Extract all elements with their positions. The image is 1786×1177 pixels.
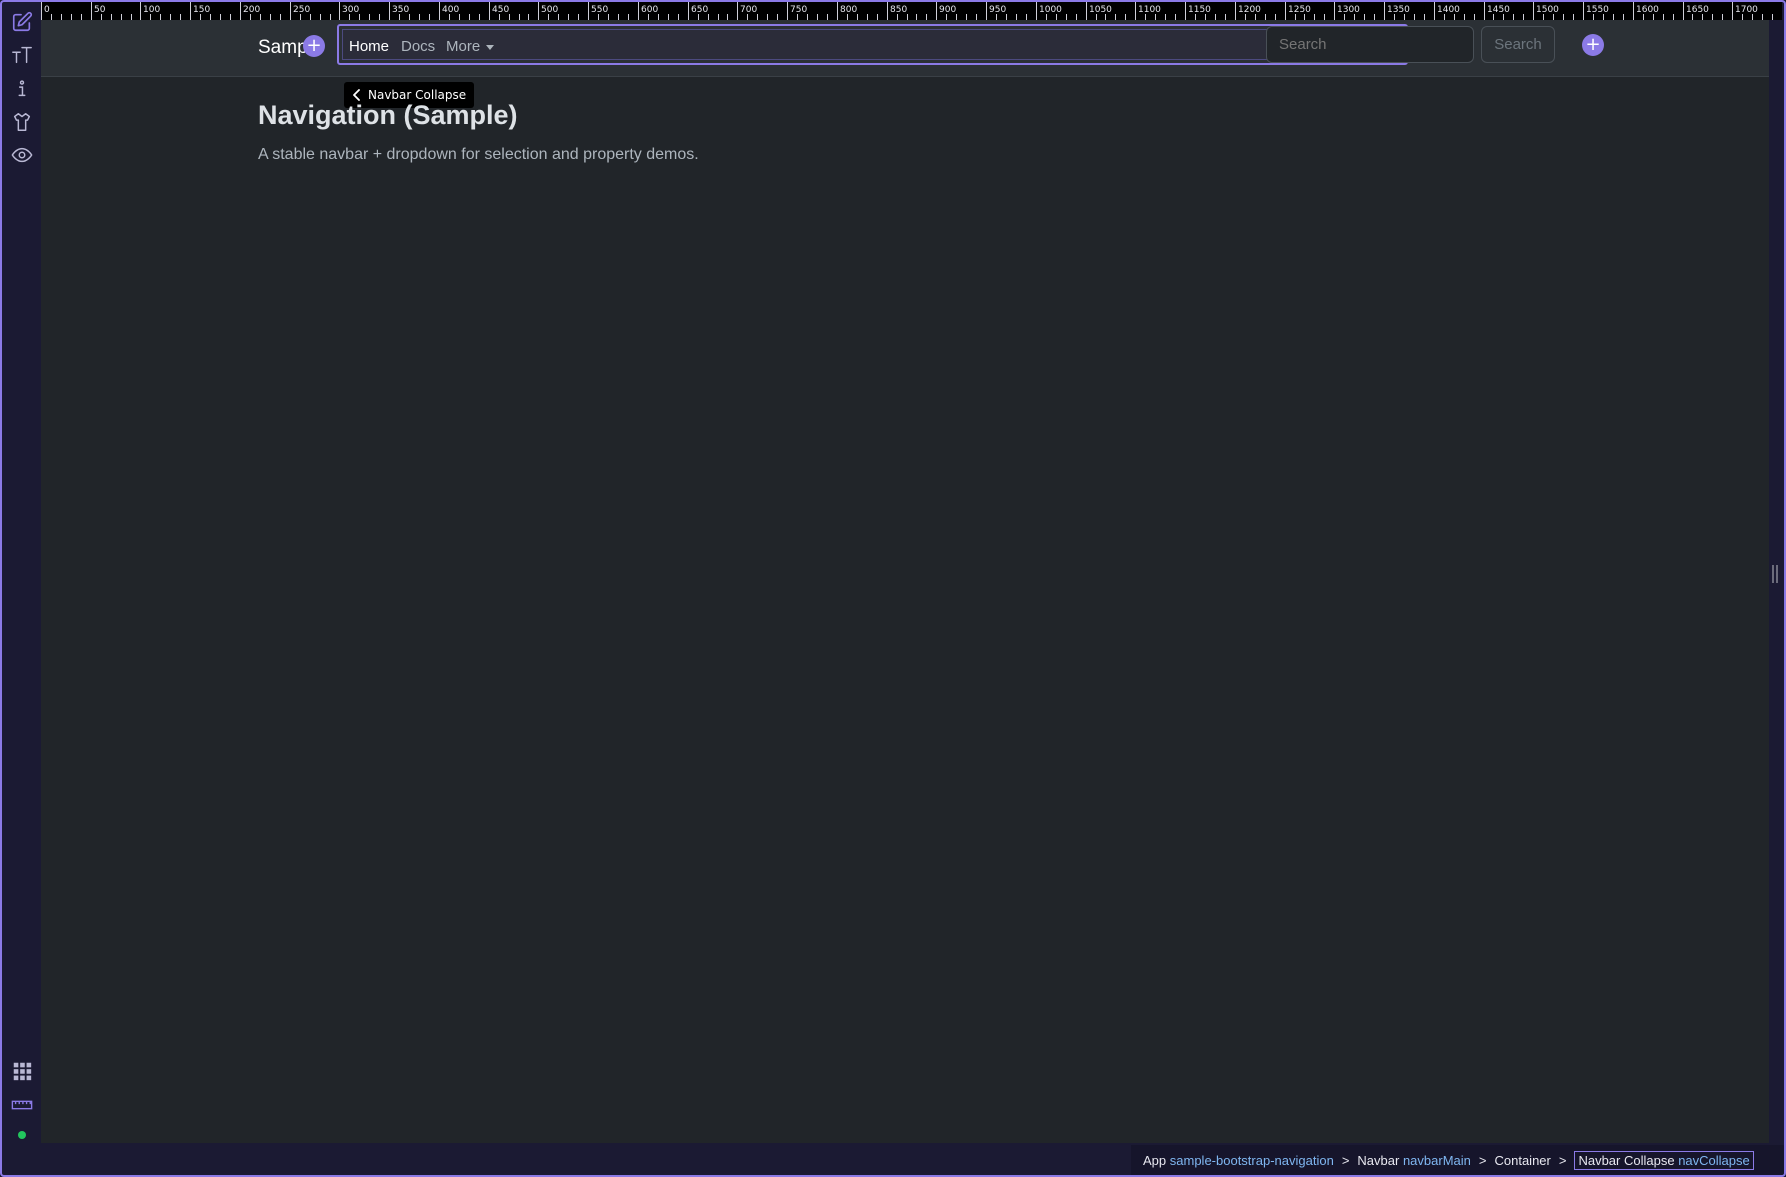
- navbar[interactable]: Samp + Home Docs More Search +: [41, 20, 1769, 77]
- breadcrumb-separator: >: [1478, 1152, 1487, 1168]
- ruler-label: 800: [840, 5, 857, 15]
- eye-icon[interactable]: [8, 141, 36, 169]
- ruler-label: 450: [492, 5, 509, 15]
- ruler-label: 1100: [1138, 5, 1161, 15]
- ruler-label: 1300: [1337, 5, 1360, 15]
- ruler-label: 550: [591, 5, 608, 15]
- ruler-label: 0: [44, 5, 50, 15]
- navbar-brand[interactable]: Samp: [258, 37, 308, 59]
- nav-link-home[interactable]: Home: [349, 38, 389, 55]
- ruler-label: 850: [890, 5, 907, 15]
- ruler-label: 350: [392, 5, 409, 15]
- ruler-label: 900: [939, 5, 956, 15]
- ruler-label: 1150: [1188, 5, 1211, 15]
- navbar-collapse-selected[interactable]: Home Docs More: [337, 24, 1408, 65]
- breadcrumb-item-container[interactable]: Container: [1494, 1153, 1550, 1168]
- ruler-label: 400: [442, 5, 459, 15]
- horizontal-ruler: 0 50 100 150 200 250 300 350 400 450 500 550 600 650 7…: [41, 2, 1782, 20]
- ruler-label: 250: [293, 5, 310, 15]
- navbar-collapse-inner: [342, 29, 1403, 60]
- page-title: Navigation (Sample): [258, 100, 518, 130]
- breadcrumb-separator: >: [1341, 1152, 1350, 1168]
- status-bar: App sample-bootstrap-navigation > Navbar…: [0, 1143, 1786, 1175]
- nav-link-docs[interactable]: Docs: [401, 38, 435, 55]
- ruler-label: 950: [989, 5, 1006, 15]
- breadcrumb-type: Navbar: [1357, 1152, 1400, 1168]
- ruler-label: 1000: [1039, 5, 1062, 15]
- grid-icon[interactable]: [8, 1057, 36, 1085]
- text-icon[interactable]: [8, 41, 36, 69]
- resize-handle[interactable]: [1772, 565, 1780, 583]
- breadcrumb: App sample-bootstrap-navigation > Navbar…: [1131, 1145, 1784, 1175]
- ruler-label: 1350: [1387, 5, 1410, 15]
- ruler-label: 1550: [1586, 5, 1609, 15]
- breadcrumb-id: navbarMain: [1402, 1152, 1471, 1168]
- breadcrumb-id: navCollapse: [1678, 1152, 1750, 1168]
- breadcrumb-id: sample-bootstrap-navigation: [1169, 1152, 1334, 1168]
- status-indicator: [18, 1131, 26, 1139]
- design-canvas[interactable]: Samp + Home Docs More Search + Navbar Co…: [41, 20, 1769, 1143]
- breadcrumb-item-app[interactable]: App sample-bootstrap-navigation: [1143, 1153, 1334, 1168]
- shirt-icon[interactable]: [8, 108, 36, 136]
- page-subtitle: A stable navbar + dropdown for selection…: [258, 146, 699, 163]
- ruler-label: 1250: [1288, 5, 1311, 15]
- add-element-button-right[interactable]: +: [1582, 34, 1604, 56]
- ruler-label: 1400: [1437, 5, 1460, 15]
- ruler-label: 1050: [1089, 5, 1112, 15]
- caret-down-icon: [486, 44, 495, 50]
- ruler-label: 1700: [1735, 5, 1758, 15]
- ruler-label: 700: [740, 5, 757, 15]
- ruler-label: 100: [143, 5, 160, 15]
- ruler-label: 200: [243, 5, 260, 15]
- search-input[interactable]: [1266, 26, 1474, 63]
- ruler-label: 1200: [1238, 5, 1261, 15]
- ruler-label: 1500: [1536, 5, 1559, 15]
- breadcrumb-item-navbar[interactable]: Navbar navbarMain: [1357, 1153, 1470, 1168]
- ruler-label: 150: [193, 5, 210, 15]
- left-toolbar: [2, 2, 41, 1175]
- ruler-label: 750: [790, 5, 807, 15]
- ruler-label: 650: [691, 5, 708, 15]
- ruler-label: 500: [541, 5, 558, 15]
- ruler-label: 1600: [1636, 5, 1659, 15]
- ruler-label: 300: [342, 5, 359, 15]
- add-element-button[interactable]: +: [303, 35, 325, 57]
- breadcrumb-type: Navbar Collapse: [1578, 1152, 1675, 1168]
- nav-dropdown-more[interactable]: More: [446, 38, 495, 55]
- ruler-label: 600: [641, 5, 658, 15]
- ruler-label: 50: [94, 5, 106, 15]
- edit-icon[interactable]: [8, 8, 36, 36]
- info-icon[interactable]: [8, 75, 36, 103]
- ruler-icon[interactable]: [8, 1091, 36, 1119]
- ruler-label: 1450: [1487, 5, 1510, 15]
- nav-dropdown-more-label: More: [446, 38, 481, 55]
- breadcrumb-type: Container: [1494, 1152, 1551, 1168]
- breadcrumb-item-navbar-collapse[interactable]: Navbar Collapse navCollapse: [1574, 1150, 1754, 1170]
- breadcrumb-separator: >: [1558, 1152, 1567, 1168]
- ruler-label: 1650: [1686, 5, 1709, 15]
- search-button[interactable]: Search: [1481, 26, 1555, 63]
- breadcrumb-type: App: [1143, 1152, 1167, 1168]
